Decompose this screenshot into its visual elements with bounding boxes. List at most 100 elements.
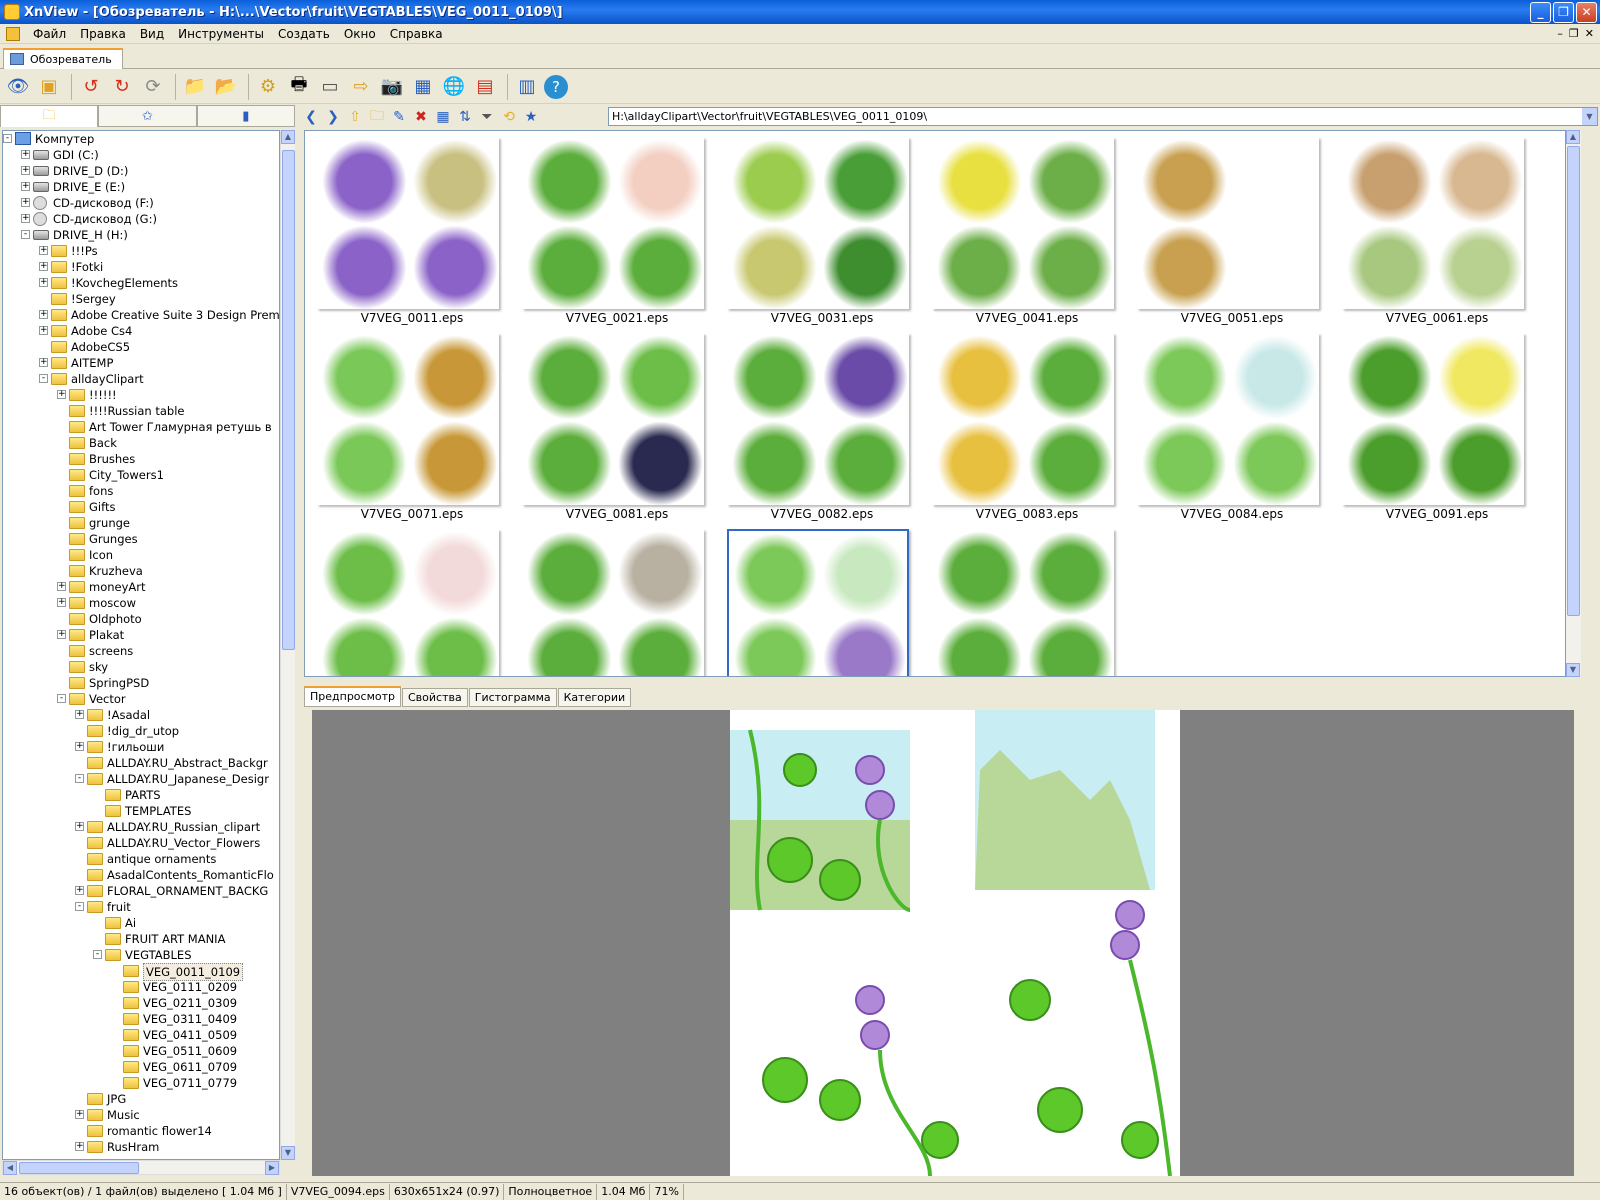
maximize-button[interactable]: ❐ — [1553, 1, 1574, 23]
export-icon[interactable]: ⇨ — [347, 73, 375, 101]
mdi-minimize-button[interactable]: – — [1557, 27, 1563, 40]
menu-file[interactable]: Файл — [26, 24, 73, 44]
tree-item[interactable]: + CD-дисковод (G:) — [3, 211, 279, 227]
expand-icon[interactable]: + — [75, 1142, 84, 1151]
tree-item[interactable]: + !Fotki — [3, 259, 279, 275]
tab-categories[interactable]: ▮ — [196, 105, 295, 127]
tree-item[interactable]: Oldphoto — [3, 611, 279, 627]
scroll-up-icon[interactable]: ▲ — [1566, 130, 1580, 144]
tab-browser[interactable]: Обозреватель — [3, 48, 123, 69]
help-icon[interactable]: ? — [544, 74, 568, 99]
thumbnail-item[interactable]: V7VEG_0051.eps — [1127, 133, 1327, 329]
expand-icon[interactable]: + — [57, 582, 66, 591]
camera-icon[interactable]: 📷 — [378, 73, 406, 101]
tree-item[interactable]: + !гильоши — [3, 739, 279, 755]
expand-icon[interactable]: + — [75, 822, 84, 831]
tree-item[interactable]: VEG_0011_0109 — [3, 963, 279, 981]
tree-horizontal-scrollbar[interactable]: ◀ ▶ — [2, 1160, 280, 1175]
tree-item[interactable]: VEG_0211_0309 — [3, 995, 279, 1011]
thumbnail-item[interactable]: V7VEG_0041.eps — [922, 133, 1122, 329]
tree-item[interactable]: +!!!!!! — [3, 387, 279, 403]
tree-item[interactable]: Icon — [3, 547, 279, 563]
thumbnail-item[interactable]: V7VEG_0083.eps — [922, 329, 1122, 525]
expand-icon[interactable]: + — [39, 246, 48, 255]
expand-icon[interactable]: + — [39, 358, 48, 367]
menu-edit[interactable]: Правка — [73, 24, 133, 44]
tree-item[interactable]: grunge — [3, 515, 279, 531]
tree-item[interactable]: - Компутер — [3, 131, 279, 147]
tree-item[interactable]: JPG — [3, 1091, 279, 1107]
expand-icon[interactable]: + — [21, 182, 30, 191]
tree-item[interactable]: + ALLDAY.RU_Russian_clipart — [3, 819, 279, 835]
tree-item[interactable]: Grunges — [3, 531, 279, 547]
tree-item[interactable]: ALLDAY.RU_Vector_Flowers — [3, 835, 279, 851]
menu-view[interactable]: Вид — [133, 24, 171, 44]
sync-icon[interactable]: ⟲ — [498, 107, 520, 127]
select-folder-icon[interactable]: 📁 — [181, 73, 209, 101]
thumbnail-item[interactable]: V7VEG_0091.eps — [1332, 329, 1532, 525]
tree-item[interactable]: AsadalContents_RomanticFlo — [3, 867, 279, 883]
sort-icon[interactable]: ⇅ — [454, 107, 476, 127]
thumbnail-item[interactable]: V7VEG_0071.eps — [307, 329, 507, 525]
slideshow-icon[interactable]: ▦ — [409, 73, 437, 101]
rotate-left-icon[interactable]: ↺ — [77, 73, 105, 101]
tab-favorites[interactable]: ✩ — [98, 105, 197, 127]
scroll-thumb[interactable] — [1567, 146, 1580, 616]
tree-item[interactable]: sky — [3, 659, 279, 675]
tree-item[interactable]: romantic flower14 — [3, 1123, 279, 1139]
filter-icon[interactable]: ⏷ — [476, 107, 498, 127]
tree-item[interactable]: + moscow — [3, 595, 279, 611]
thumbnail-item[interactable]: V7VEG_0031.eps — [717, 133, 917, 329]
collapse-icon[interactable]: - — [93, 950, 102, 959]
tree-vertical-scrollbar[interactable]: ▲ ▼ — [280, 130, 295, 1160]
collapse-icon[interactable]: - — [57, 694, 66, 703]
collapse-icon[interactable]: - — [75, 774, 84, 783]
tree-item[interactable]: + FLORAL_ORNAMENT_BACKG — [3, 883, 279, 899]
thumbnail-item[interactable]: V7VEG_0082.eps — [717, 329, 917, 525]
menu-window[interactable]: Окно — [337, 24, 383, 44]
tree-item[interactable]: + moneyArt — [3, 579, 279, 595]
thumbnail-item[interactable]: V7VEG_0081.eps — [512, 329, 712, 525]
tree-item[interactable]: + Adobe Creative Suite 3 Design Prem — [3, 307, 279, 323]
thumbnail-item[interactable] — [922, 525, 1122, 676]
tree-item[interactable]: !dig_dr_utop — [3, 723, 279, 739]
tree-item[interactable]: + Adobe Cs4 — [3, 323, 279, 339]
scanner-icon[interactable]: ▭ — [316, 73, 344, 101]
tree-item[interactable]: City_Towers1 — [3, 467, 279, 483]
tree-item[interactable]: VEG_0711_0779 — [3, 1075, 279, 1091]
rotate-right-icon[interactable]: ↻ — [108, 73, 136, 101]
chevron-down-icon[interactable]: ▼ — [1582, 108, 1597, 125]
tree-item[interactable]: + DRIVE_D (D:) — [3, 163, 279, 179]
expand-icon[interactable]: + — [75, 742, 84, 751]
tree-item[interactable]: ALLDAY.RU_Abstract_Backgr — [3, 755, 279, 771]
tab-folders[interactable]: 🗀 — [0, 105, 99, 127]
tree-item[interactable]: + CD-дисковод (F:) — [3, 195, 279, 211]
tree-item[interactable]: + AITEMP — [3, 355, 279, 371]
mdi-restore-button[interactable]: ❐ — [1569, 27, 1579, 40]
address-field[interactable]: H:\alldayClipart\Vector\fruit\VEGTABLES\… — [608, 107, 1598, 126]
tree-item[interactable]: - Vector — [3, 691, 279, 707]
close-button[interactable]: ✕ — [1576, 1, 1597, 23]
tree-item[interactable]: + DRIVE_E (E:) — [3, 179, 279, 195]
delete-icon[interactable]: ✖ — [410, 107, 432, 127]
scroll-thumb[interactable] — [282, 150, 295, 650]
tab-properties[interactable]: Свойства — [402, 688, 468, 707]
scroll-thumb[interactable] — [19, 1162, 139, 1174]
thumbnail-item[interactable]: V7VEG_0021.eps — [512, 133, 712, 329]
expand-icon[interactable]: + — [75, 886, 84, 895]
tree-item[interactable]: Brushes — [3, 451, 279, 467]
menu-help[interactable]: Справка — [383, 24, 450, 44]
tree-item[interactable]: VEG_0511_0609 — [3, 1043, 279, 1059]
expand-icon[interactable]: + — [39, 310, 48, 319]
tree-item[interactable]: VEG_0111_0209 — [3, 979, 279, 995]
tree-item[interactable]: + !KovchegElements — [3, 275, 279, 291]
tree-item[interactable]: + RusHram — [3, 1139, 279, 1155]
tree-item[interactable]: VEG_0411_0509 — [3, 1027, 279, 1043]
tree-item[interactable]: - alldayClipart — [3, 371, 279, 387]
scroll-right-icon[interactable]: ▶ — [265, 1161, 279, 1175]
document-icon[interactable] — [6, 26, 20, 41]
tree-item[interactable]: Back — [3, 435, 279, 451]
tree-item[interactable]: + Plakat — [3, 627, 279, 643]
expand-icon[interactable]: + — [39, 278, 48, 287]
thumbnail-item[interactable]: V7VEG_0084.eps — [1127, 329, 1327, 525]
